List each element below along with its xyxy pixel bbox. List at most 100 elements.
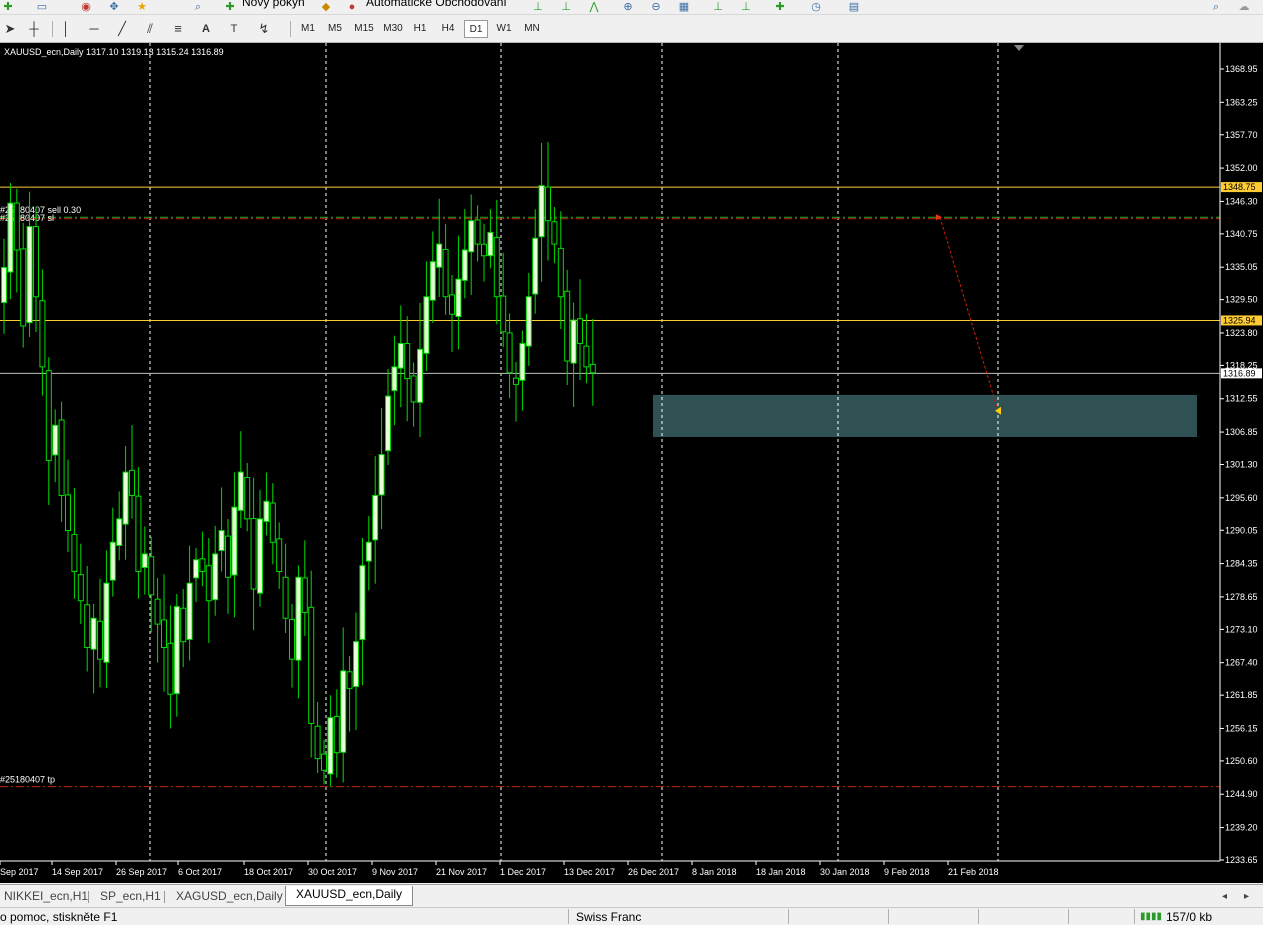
chart-shift-icon[interactable]: ⊥ [738,0,754,14]
tile-windows-icon[interactable]: ▦ [676,0,692,14]
candle-body [487,231,494,257]
new-chart-icon[interactable]: ✚ [0,0,16,14]
status-help-text: o pomoc, stiskněte F1 [0,910,118,924]
time-tick-label: 30 Jan 2018 [820,867,870,877]
candle-body [500,295,507,333]
profiles-icon[interactable]: ▭ [34,0,50,14]
metaeditor-icon[interactable]: ◆ [318,0,334,14]
new-order-icon[interactable]: ✚ [222,0,238,14]
candle-body [193,559,199,579]
favorites-icon[interactable]: ★ [134,0,150,14]
line-chart-icon[interactable]: ⋀ [586,0,602,14]
tab-nikkei-h1[interactable]: NIKKEI_ecn,H1 [4,888,88,905]
candle-body [545,186,551,222]
auto-trading-icon[interactable]: ● [344,0,360,14]
indicators-icon[interactable]: ✚ [772,0,788,14]
trendline-icon[interactable]: ╱ [112,20,132,38]
shapes-icon[interactable]: ↯ [254,20,274,38]
price-tick-label: 1340.75 [1225,229,1258,239]
candle-body [109,541,116,581]
candle-chart-icon[interactable]: ⊥ [558,0,574,14]
candle-body [33,226,39,298]
candle-body [97,620,103,660]
candle-body [225,535,231,578]
time-tick-label: 21 Nov 2017 [436,867,487,877]
candle-body [295,576,302,661]
tab-separator [164,891,165,903]
tabs-scroll-left-icon[interactable]: ◂ [1222,888,1227,905]
status-separator [888,909,889,924]
bar-chart-icon[interactable]: ⊥ [530,0,546,14]
chat-icon[interactable]: ☁ [1236,0,1252,14]
status-separator [788,909,789,924]
candle-body [282,576,289,619]
tf-h4[interactable]: H4 [436,20,460,38]
new-order-button[interactable]: Nový pokyn [242,0,305,9]
tf-w1[interactable]: W1 [492,20,516,38]
status-separator [1134,909,1135,924]
candle-body [308,606,315,724]
price-tick-label: 1278.65 [1225,592,1258,602]
search-icon[interactable]: ⌕ [190,0,206,14]
tf-mn[interactable]: MN [519,20,545,38]
tf-m1[interactable]: M1 [296,20,320,38]
candle-body [589,363,596,374]
cursor-icon[interactable]: ➤ [0,20,20,38]
navigator-icon[interactable]: ◉ [78,0,94,14]
horizontal-line-icon[interactable]: ─ [84,20,104,38]
price-tick-label: 1284.35 [1225,559,1258,569]
candle-body [353,641,359,688]
zoom-in-icon[interactable]: ⊕ [620,0,636,14]
candle-body [269,502,276,543]
price-chart[interactable]: #25180407 sell 0.30 #25180407 sl #25180407… [0,43,1263,883]
candle-body [7,202,14,273]
auto-trading-button[interactable]: Automatické Obchodování [366,0,507,9]
price-tick-label: 1267.40 [1225,658,1258,668]
price-tick-label: 1256.15 [1225,723,1258,733]
candle-body [513,377,519,385]
tab-xagusd-daily[interactable]: XAGUSD_ecn,Daily [176,888,283,905]
tf-m5[interactable]: M5 [323,20,347,38]
candle-body [218,530,225,552]
tf-m15[interactable]: M15 [350,20,378,38]
tab-sp-h1[interactable]: SP_ecn,H1 [100,888,161,905]
candle-body [52,424,59,456]
candle-body [231,506,238,576]
tab-xauusd-daily[interactable]: XAUUSD_ecn,Daily [285,886,414,906]
candle-body [301,577,308,613]
tf-h1[interactable]: H1 [408,20,432,38]
price-tick-label: 1290.05 [1225,525,1258,535]
text-icon[interactable]: A [196,20,216,38]
candle-body [551,221,558,245]
zoom-out-icon[interactable]: ⊖ [648,0,664,14]
templates-icon[interactable]: ▤ [846,0,862,14]
tabs-scroll-right-icon[interactable]: ▸ [1244,888,1249,905]
candle-body [506,332,513,374]
price-tick-label: 1368.95 [1225,64,1258,74]
candle-body [570,319,577,364]
chart-canvas[interactable]: #25180407 sell 0.30#25180407 sl#25180407… [0,43,1263,883]
status-bar: o pomoc, stiskněte F1 Swiss Franc ▮▮▮▮ 1… [0,907,1263,925]
fibonacci-icon[interactable]: ≡ [168,20,188,38]
price-tick-label: 1295.60 [1225,493,1258,503]
channel-icon[interactable]: ⫽ [140,20,160,38]
autoscroll-icon[interactable]: ⊥ [710,0,726,14]
chart-tabs: NIKKEI_ecn,H1 SP_ecn,H1 XAGUSD_ecn,Daily… [0,884,1263,907]
timeframe-toolbar: ➤ ┼ │ ─ ╱ ⫽ ≡ A T ↯ M1 M5 M15 M30 H1 H4 … [0,15,1263,43]
time-tick-label: 26 Sep 2017 [116,867,167,877]
candle-body [212,553,219,601]
candle-body [84,604,91,648]
periods-icon[interactable]: ◷ [808,0,824,14]
vertical-line-icon[interactable]: │ [56,20,76,38]
price-tick-label: 1233.65 [1225,855,1258,865]
search-icon[interactable]: ⌕ [1208,0,1224,14]
crosshair-icon[interactable]: ┼ [24,20,44,38]
tf-d1[interactable]: D1 [464,20,488,38]
tf-m30[interactable]: M30 [379,20,407,38]
text-label-icon[interactable]: T [224,20,244,38]
price-tick-label: 1273.10 [1225,624,1258,634]
market-watch-icon[interactable]: ✥ [106,0,122,14]
candle-body [58,419,65,496]
candle-body [333,715,340,754]
status-profile[interactable]: Swiss Franc [576,910,641,924]
